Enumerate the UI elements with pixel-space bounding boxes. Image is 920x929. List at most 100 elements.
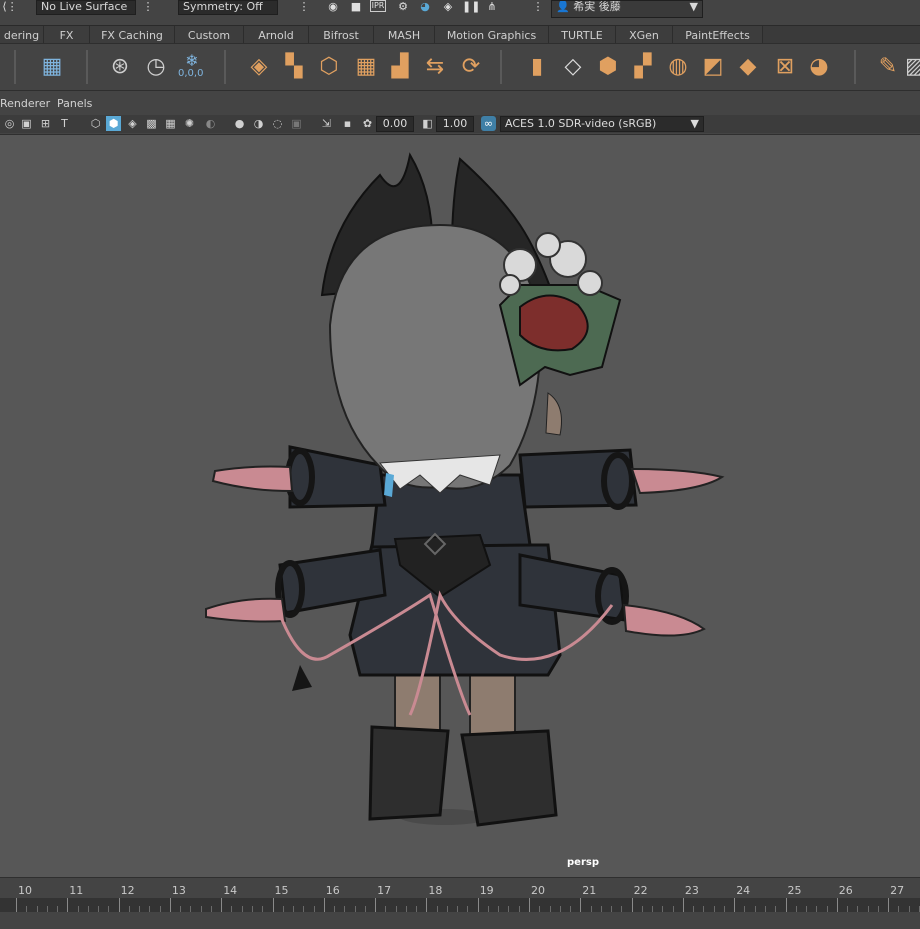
pencil-icon[interactable]: ✎ [872,51,904,83]
symmetry-field[interactable]: Symmetry: Off [178,0,278,15]
frame-tick [375,898,377,912]
subframe-tick [313,906,315,912]
subframe-tick [570,906,572,912]
smooth-shade-icon[interactable]: ⬢ [106,116,121,131]
grid-icon[interactable]: ▦ [350,51,382,83]
frame-label: 13 [171,884,186,897]
subframe-tick [334,906,336,912]
paint-icon[interactable]: ▨ [905,51,920,83]
globe-icon[interactable]: ◕ [803,51,835,83]
cube-split-icon[interactable]: ⬡ [313,51,345,83]
snap-options-icon[interactable]: ⟨⋮ [2,0,18,14]
tab-xgen[interactable]: XGen [616,26,673,44]
frame-label: 27 [890,884,905,897]
checker-icon[interactable]: ▞ [627,51,659,83]
frame-tick [426,898,428,912]
hypershade-icon[interactable]: ◕ [417,0,433,14]
viewport-3d[interactable]: persp [0,134,920,877]
tab-arnold[interactable]: Arnold [244,26,309,44]
character-model[interactable] [0,135,920,877]
tab-motion-graphics[interactable]: Motion Graphics [435,26,549,44]
subframe-tick [467,906,469,912]
light-icon[interactable]: ⊛ [104,51,136,83]
tab-custom[interactable]: Custom [175,26,244,44]
tab-painteffects[interactable]: PaintEffects [673,26,763,44]
subframe-tick [559,906,561,912]
wireframe-on-shaded-icon[interactable]: ◈ [125,116,140,131]
depth-of-field-icon[interactable]: ▣ [289,116,304,131]
exposure-field[interactable]: 0.00 [376,116,414,132]
plane-icon[interactable]: ◆ [732,51,764,83]
subframe-tick [200,906,202,912]
user-account-dropdown[interactable]: 👤 希実 後藤 ▼ [551,0,703,18]
gamma-icon[interactable]: ◧ [420,116,435,131]
frame-tick [580,898,582,912]
box-icon[interactable]: ▮ [521,51,553,83]
subframe-tick [621,906,623,912]
frame-tick [734,898,736,912]
tab-rendering[interactable]: dering [0,26,44,44]
render-frame-icon[interactable]: ■ [348,0,364,14]
subframe-tick [36,906,38,912]
motion-blur-icon[interactable]: ◑ [251,116,266,131]
layer-icon[interactable]: ◈ [243,51,275,83]
gamma-field[interactable]: 1.00 [436,116,474,132]
frame-label: 25 [787,884,802,897]
menu-panels[interactable]: Panels [57,97,92,110]
subframe-tick [508,906,510,912]
antialias-icon[interactable]: ◌ [270,116,285,131]
isolate-select-icon[interactable]: ⇲ [319,116,334,131]
coords-label: 0,0,0 [178,68,204,79]
camera-attributes-icon[interactable]: ◎ [2,116,17,131]
frame-label: 11 [69,884,84,897]
render-settings-icon[interactable]: ⚙ [395,0,411,14]
time-ruler[interactable] [0,898,920,912]
color-space-dropdown[interactable]: ACES 1.0 SDR-video (sRGB) ▼ [500,116,704,132]
color-management-icon[interactable]: ∞ [481,116,496,131]
lights-icon[interactable]: ✺ [182,116,197,131]
tiles-icon[interactable]: ◇ [557,51,589,83]
ipr-render-icon[interactable]: IPR [370,0,386,12]
sphere-icon[interactable]: ◍ [662,51,694,83]
image-plane-icon[interactable]: ▣ [19,116,34,131]
tab-fx[interactable]: FX [44,26,90,44]
transfer-icon[interactable]: ⇆ [419,51,451,83]
uv-snapshot-icon[interactable]: ⊠ [769,51,801,83]
exposure-icon[interactable]: ✿ [360,116,375,131]
subframe-tick [764,906,766,912]
xray-icon[interactable]: ▪ [340,116,355,131]
menu-renderer[interactable]: Renderer [0,97,50,110]
steps-icon[interactable]: ▟ [384,51,416,83]
pause-icon[interactable]: ❚❚ [462,0,480,14]
tab-bifrost[interactable]: Bifrost [309,26,374,44]
divider-handle-icon: ⋮ [298,0,310,13]
tab-turtle[interactable]: TURTLE [549,26,616,44]
blocks-icon[interactable]: ▚ [278,51,310,83]
subframe-tick [487,906,489,912]
time-slider[interactable]: 10 11 12 13 14 15 16 17 18 19 20 21 22 23 24 25 26 27 [0,877,920,929]
tab-fx-caching[interactable]: FX Caching [90,26,175,44]
shadows-icon[interactable]: ◐ [203,116,218,131]
text-icon[interactable]: T [57,116,72,131]
tab-mash[interactable]: MASH [374,26,435,44]
subframe-tick [611,906,613,912]
cube-icon[interactable]: ⬢ [592,51,624,83]
render-layers-icon[interactable]: ◈ [440,0,456,14]
live-surface-field[interactable]: No Live Surface [36,0,136,15]
wireframe-icon[interactable]: ⬡ [88,116,103,131]
mirror-icon[interactable]: ◩ [697,51,729,83]
cycle-icon[interactable]: ⟳ [455,51,487,83]
time-clock-icon[interactable]: ◷ [140,51,172,83]
textured-icon[interactable]: ▩ [144,116,159,131]
subframe-tick [241,906,243,912]
checker-icon[interactable]: ▦ [163,116,178,131]
render-view-icon[interactable]: ▦ [36,51,68,83]
eye-icon[interactable]: ◉ [325,0,341,14]
ambient-occlusion-icon[interactable]: ● [232,116,247,131]
shelf-separator [224,50,226,84]
subframe-tick [46,906,48,912]
resolution-gate-icon[interactable]: ⊞ [38,116,53,131]
shelf: ▦ ⊛ ◷ ❄ 0,0,0 ◈ ▚ ⬡ ▦ ▟ ⇆ ⟳ ▮ ◇ ⬢ ▞ ◍ ◩ … [0,43,920,91]
frame-label: 10 [18,884,32,897]
sequence-icon[interactable]: ⋔ [484,0,500,14]
